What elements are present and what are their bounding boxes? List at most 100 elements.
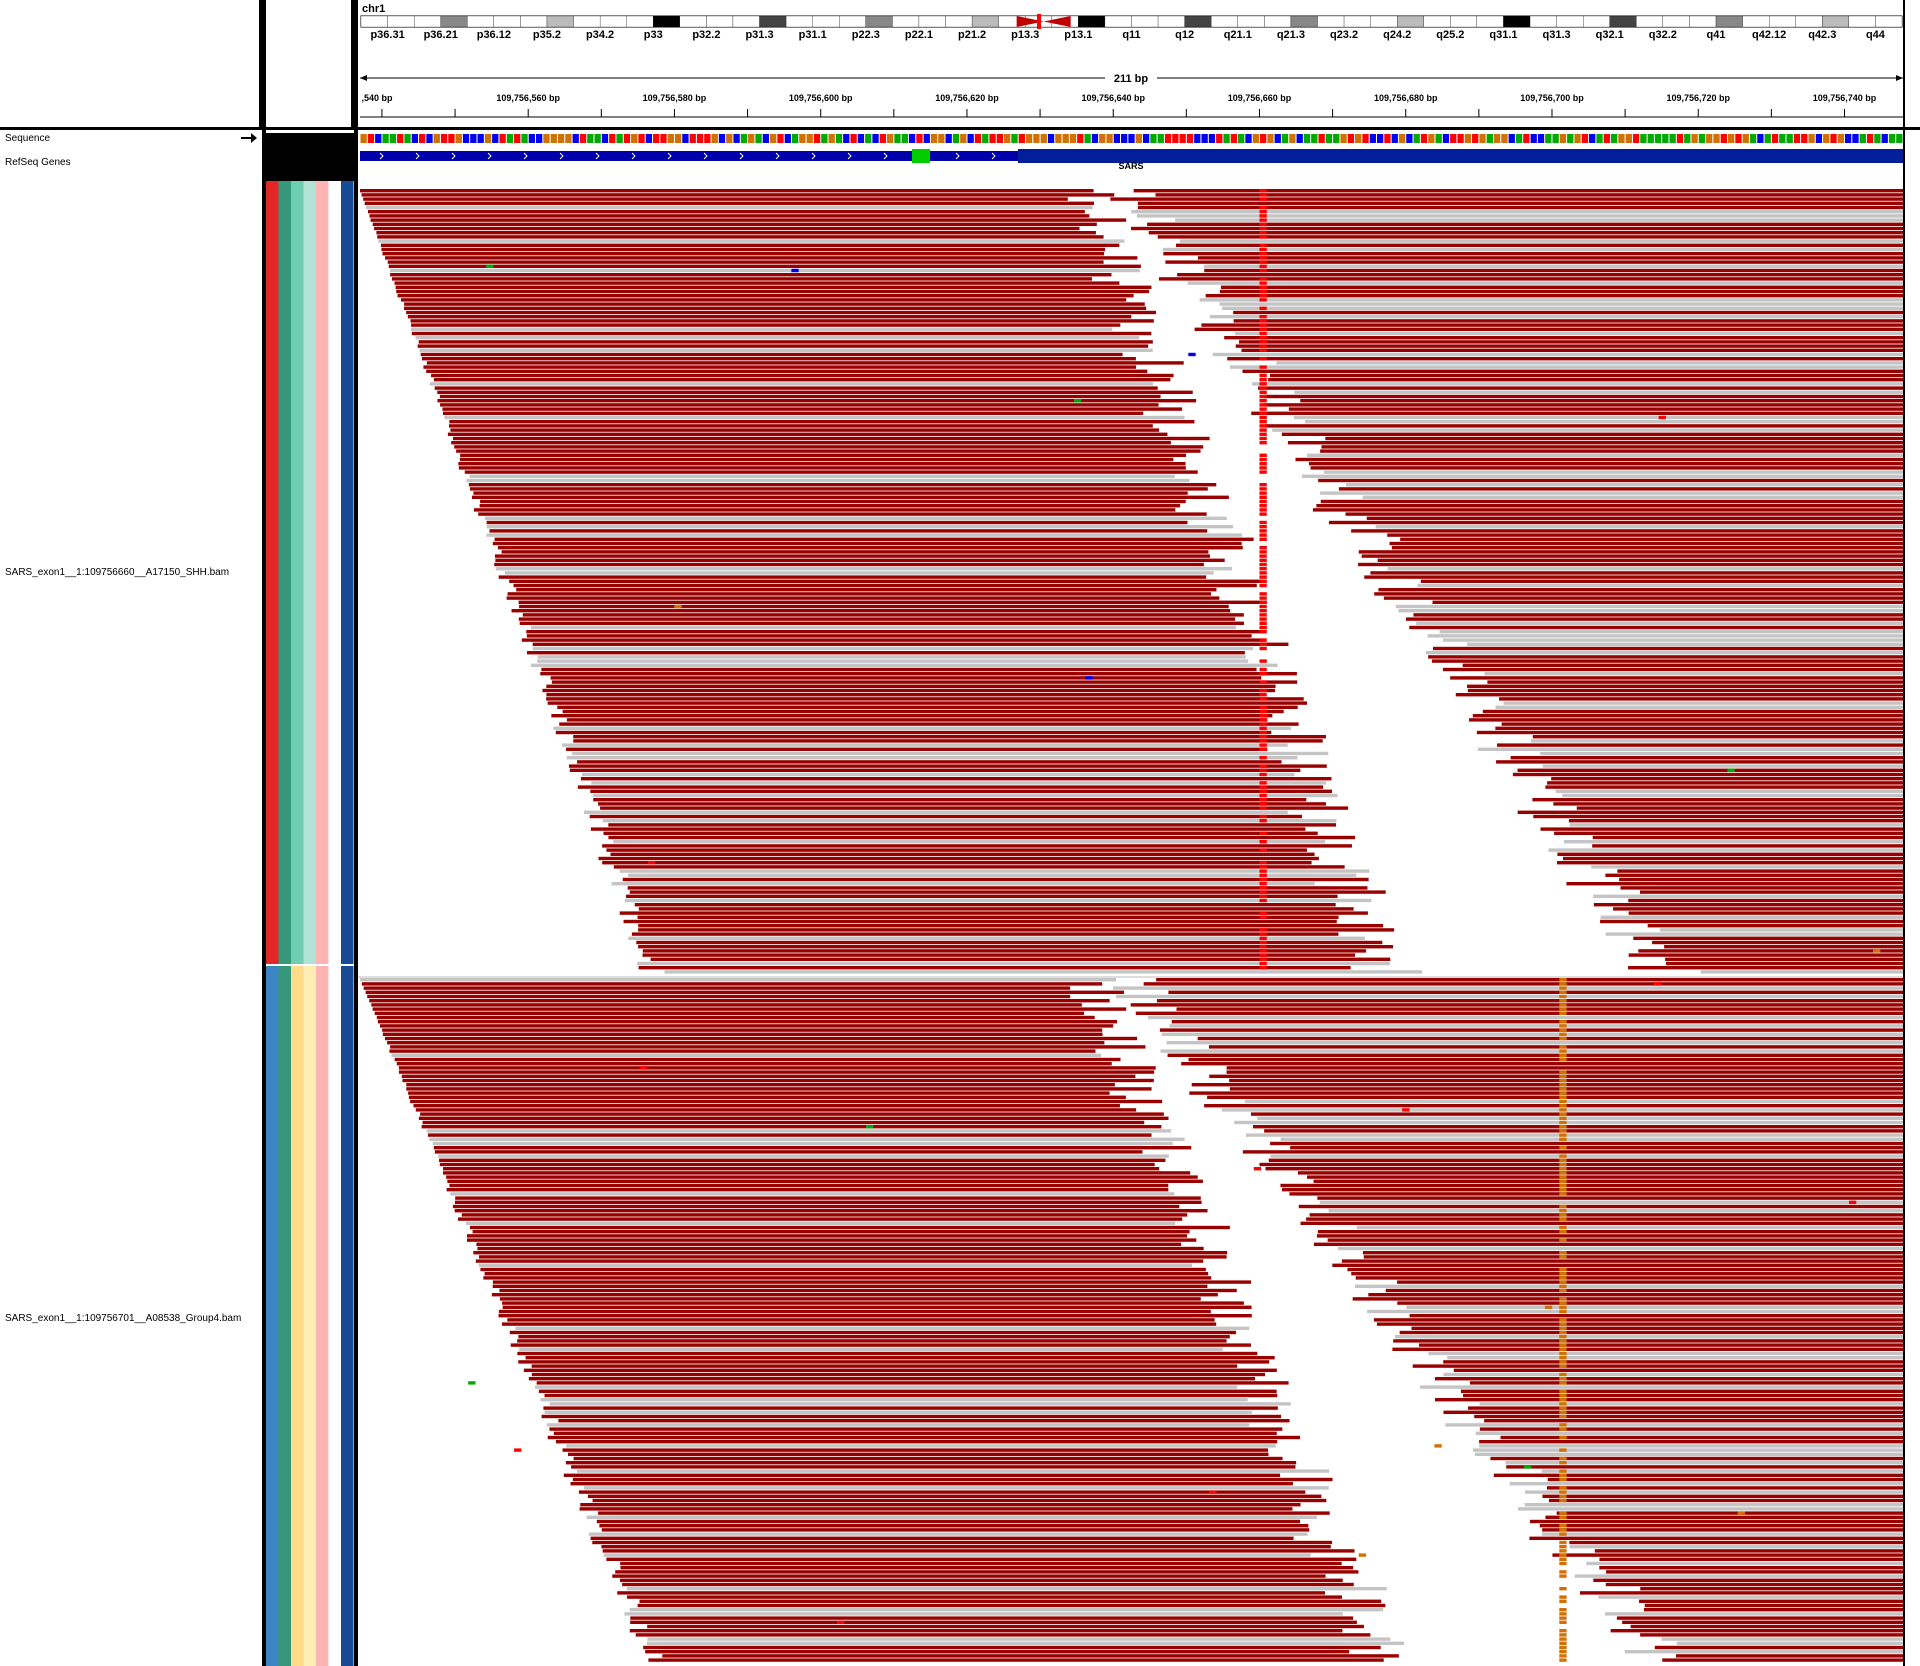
band-label-q23.2: q23.2 bbox=[1330, 29, 1358, 41]
aligned-read bbox=[1233, 310, 1903, 315]
aligned-read bbox=[612, 1574, 1326, 1578]
aligned-read bbox=[518, 617, 1236, 621]
aligned-read bbox=[523, 1368, 1277, 1372]
aligned-read bbox=[372, 222, 1097, 226]
variant-mismatch bbox=[1259, 609, 1267, 613]
name-panel-divider[interactable] bbox=[262, 0, 266, 1666]
variant-mismatch bbox=[1559, 1020, 1567, 1024]
aligned-read bbox=[360, 189, 1094, 193]
aligned-read bbox=[369, 214, 1090, 218]
tick-label-3: 109,756,600 bp bbox=[789, 93, 853, 103]
aligned-read bbox=[387, 1041, 1105, 1045]
aligned-read bbox=[615, 1570, 1359, 1574]
variant-mismatch bbox=[1559, 1309, 1567, 1314]
variant-mismatch bbox=[1559, 1007, 1567, 1011]
aligned-read bbox=[608, 835, 1356, 840]
sequence-base bbox=[426, 134, 433, 143]
aligned-read bbox=[1328, 520, 1903, 525]
tick-label-0: ,540 bp bbox=[361, 93, 393, 103]
sequence-base bbox=[1691, 134, 1698, 143]
aligned-read bbox=[1313, 1179, 1903, 1183]
sequence-base bbox=[660, 134, 667, 143]
aligned-read bbox=[509, 1330, 1236, 1335]
variant-mismatch bbox=[1559, 1057, 1567, 1062]
variant-mismatch bbox=[1559, 1616, 1567, 1620]
aligned-read bbox=[1445, 1423, 1903, 1427]
variant-mismatch bbox=[1259, 533, 1267, 537]
sequence-track-name[interactable]: Sequence bbox=[5, 133, 50, 144]
attribute-panel-divider[interactable] bbox=[354, 0, 358, 1666]
aligned-read bbox=[1252, 1125, 1903, 1129]
aligned-read bbox=[1159, 1028, 1903, 1032]
variant-mismatch bbox=[1259, 840, 1267, 844]
sequence-base bbox=[989, 134, 996, 143]
aligned-read bbox=[563, 1473, 1281, 1477]
aligned-read bbox=[1664, 945, 1903, 949]
aligned-read bbox=[1304, 420, 1903, 424]
sequence-base bbox=[1815, 134, 1823, 143]
variant-mismatch bbox=[1259, 693, 1267, 697]
variant-mismatch bbox=[1559, 1276, 1567, 1280]
aligned-read bbox=[440, 403, 1159, 407]
aligned-read bbox=[543, 1406, 1278, 1410]
aligned-read bbox=[1233, 319, 1903, 323]
sequence-base bbox=[1844, 134, 1852, 143]
aligned-read bbox=[1387, 567, 1903, 571]
alignment-track-name-2[interactable]: SARS_exon1__1:109756701__A08538_Group4.b… bbox=[5, 1313, 241, 1324]
variant-mismatch bbox=[1259, 798, 1267, 802]
aligned-read bbox=[404, 302, 1145, 306]
sequence-base bbox=[682, 134, 689, 143]
aligned-read bbox=[626, 1587, 1387, 1591]
variant-mismatch bbox=[1259, 281, 1267, 285]
aligned-read bbox=[469, 474, 1175, 478]
aligned-read bbox=[446, 1188, 1169, 1192]
aligned-read bbox=[1594, 1549, 1903, 1553]
aligned-read bbox=[1556, 1511, 1903, 1515]
aligned-read bbox=[384, 1036, 1138, 1041]
aligned-read bbox=[1592, 835, 1903, 840]
aligned-read bbox=[1606, 1570, 1903, 1574]
variant-mismatch bbox=[1559, 1251, 1567, 1255]
variant-mismatch bbox=[1259, 890, 1267, 894]
variant-mismatch bbox=[1259, 298, 1267, 302]
aligned-read bbox=[1113, 986, 1903, 990]
aligned-read bbox=[1640, 1633, 1903, 1637]
variant-mismatch bbox=[1259, 344, 1267, 348]
aligned-read bbox=[535, 1385, 1238, 1389]
data-panel[interactable]: chr1 p36.31 p36.21 p36.12 p35.2 p34.2 p33 p32.2… bbox=[0, 0, 1920, 1666]
sequence-base bbox=[587, 134, 594, 143]
sequence-base bbox=[1318, 134, 1325, 143]
aligned-read bbox=[551, 714, 1273, 718]
aligned-read bbox=[1566, 882, 1903, 886]
aligned-read bbox=[431, 373, 1174, 378]
aligned-read bbox=[541, 1414, 1282, 1419]
aligned-read bbox=[1666, 961, 1903, 966]
aligned-read bbox=[367, 210, 1085, 214]
aligned-read bbox=[1630, 1624, 1903, 1629]
alignment-track-name-1[interactable]: SARS_exon1__1:109756660__A17150_SHH.bam bbox=[5, 567, 229, 578]
aligned-read bbox=[451, 441, 1171, 445]
variant-mismatch bbox=[1259, 247, 1267, 252]
strand-arrow-icon[interactable] bbox=[241, 133, 257, 143]
aligned-read bbox=[639, 1599, 1382, 1603]
refseq-track-name[interactable]: RefSeq Genes bbox=[5, 157, 71, 168]
aligned-read bbox=[453, 436, 1210, 441]
aligned-read bbox=[1652, 940, 1903, 945]
aligned-read bbox=[592, 1498, 1327, 1503]
aligned-read bbox=[1624, 1650, 1903, 1654]
aligned-read bbox=[1443, 1360, 1903, 1364]
variant-mismatch bbox=[1559, 1524, 1567, 1528]
aligned-read bbox=[1462, 663, 1903, 667]
ideogram-band bbox=[679, 15, 707, 28]
aligned-read bbox=[1280, 1183, 1903, 1188]
aligned-read bbox=[530, 625, 1236, 630]
aligned-read bbox=[1411, 1326, 1903, 1330]
aligned-read bbox=[620, 1561, 1342, 1566]
aligned-read bbox=[1257, 1116, 1903, 1120]
variant-mismatch bbox=[1559, 1612, 1567, 1616]
variant-mismatch bbox=[1259, 466, 1267, 470]
sequence-base bbox=[623, 134, 631, 143]
sequence-base bbox=[1545, 134, 1552, 143]
aligned-read bbox=[598, 1511, 1330, 1515]
aligned-read bbox=[1204, 268, 1903, 273]
